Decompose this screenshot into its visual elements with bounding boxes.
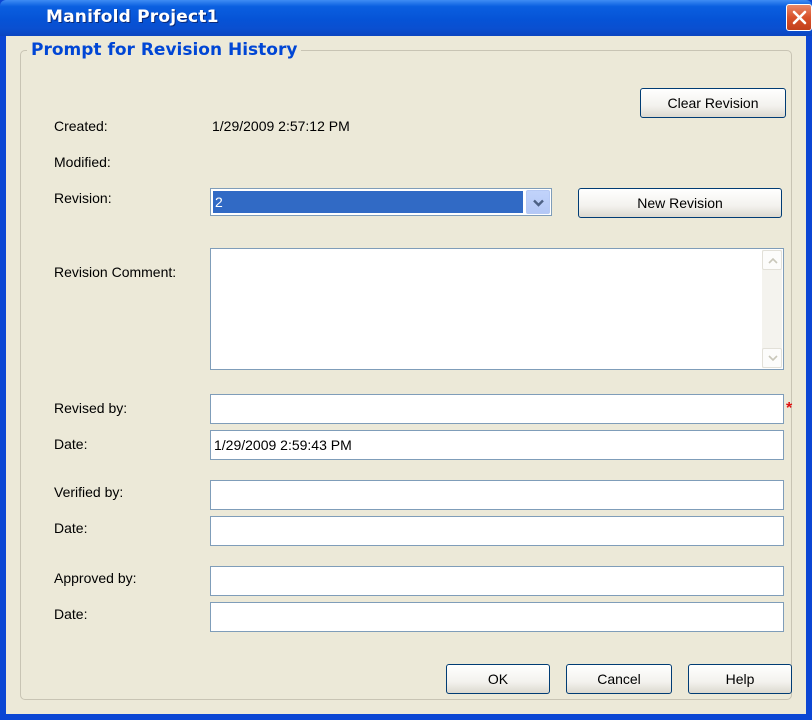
- group-legend: Prompt for Revision History: [31, 40, 298, 60]
- approved-date-label: Date:: [54, 606, 88, 622]
- comment-scrollbar[interactable]: [762, 250, 782, 368]
- chevron-down-icon: [533, 199, 544, 207]
- revision-label: Revision:: [54, 190, 112, 206]
- close-button[interactable]: [786, 4, 812, 31]
- revision-dropdown[interactable]: 2: [210, 188, 552, 216]
- approved-date-input[interactable]: [210, 602, 784, 632]
- required-marker: *: [786, 400, 793, 417]
- revision-selected-value: 2: [213, 191, 523, 213]
- close-icon: [792, 10, 807, 25]
- scroll-up-icon: [768, 257, 778, 264]
- revision-comment-label: Revision Comment:: [54, 264, 177, 280]
- revised-date-label: Date:: [54, 436, 88, 452]
- revision-comment-textarea[interactable]: [210, 248, 784, 370]
- scroll-down-button[interactable]: [762, 348, 782, 368]
- revised-by-input[interactable]: [210, 394, 784, 424]
- help-button[interactable]: Help: [688, 664, 792, 694]
- window-title: Manifold Project1: [46, 7, 219, 27]
- revised-date-input[interactable]: 1/29/2009 2:59:43 PM: [210, 430, 784, 460]
- new-revision-button[interactable]: New Revision: [578, 188, 782, 218]
- approved-by-input[interactable]: [210, 566, 784, 596]
- scroll-down-icon: [768, 355, 778, 362]
- created-label: Created:: [54, 118, 108, 134]
- title-bar[interactable]: Manifold Project1: [0, 0, 812, 36]
- scroll-up-button[interactable]: [762, 250, 782, 270]
- modified-label: Modified:: [54, 154, 111, 170]
- approved-by-label: Approved by:: [54, 570, 137, 586]
- ok-button[interactable]: OK: [446, 664, 550, 694]
- cancel-button[interactable]: Cancel: [566, 664, 672, 694]
- verified-by-label: Verified by:: [54, 484, 124, 500]
- clear-revision-button[interactable]: Clear Revision: [640, 88, 786, 118]
- created-value: 1/29/2009 2:57:12 PM: [212, 118, 350, 134]
- revised-by-label: Revised by:: [54, 400, 128, 416]
- verified-date-input[interactable]: [210, 516, 784, 546]
- revision-history-group: Prompt for Revision History: [20, 40, 792, 700]
- verified-by-input[interactable]: [210, 480, 784, 510]
- verified-date-label: Date:: [54, 520, 88, 536]
- revision-dropdown-button[interactable]: [526, 190, 550, 214]
